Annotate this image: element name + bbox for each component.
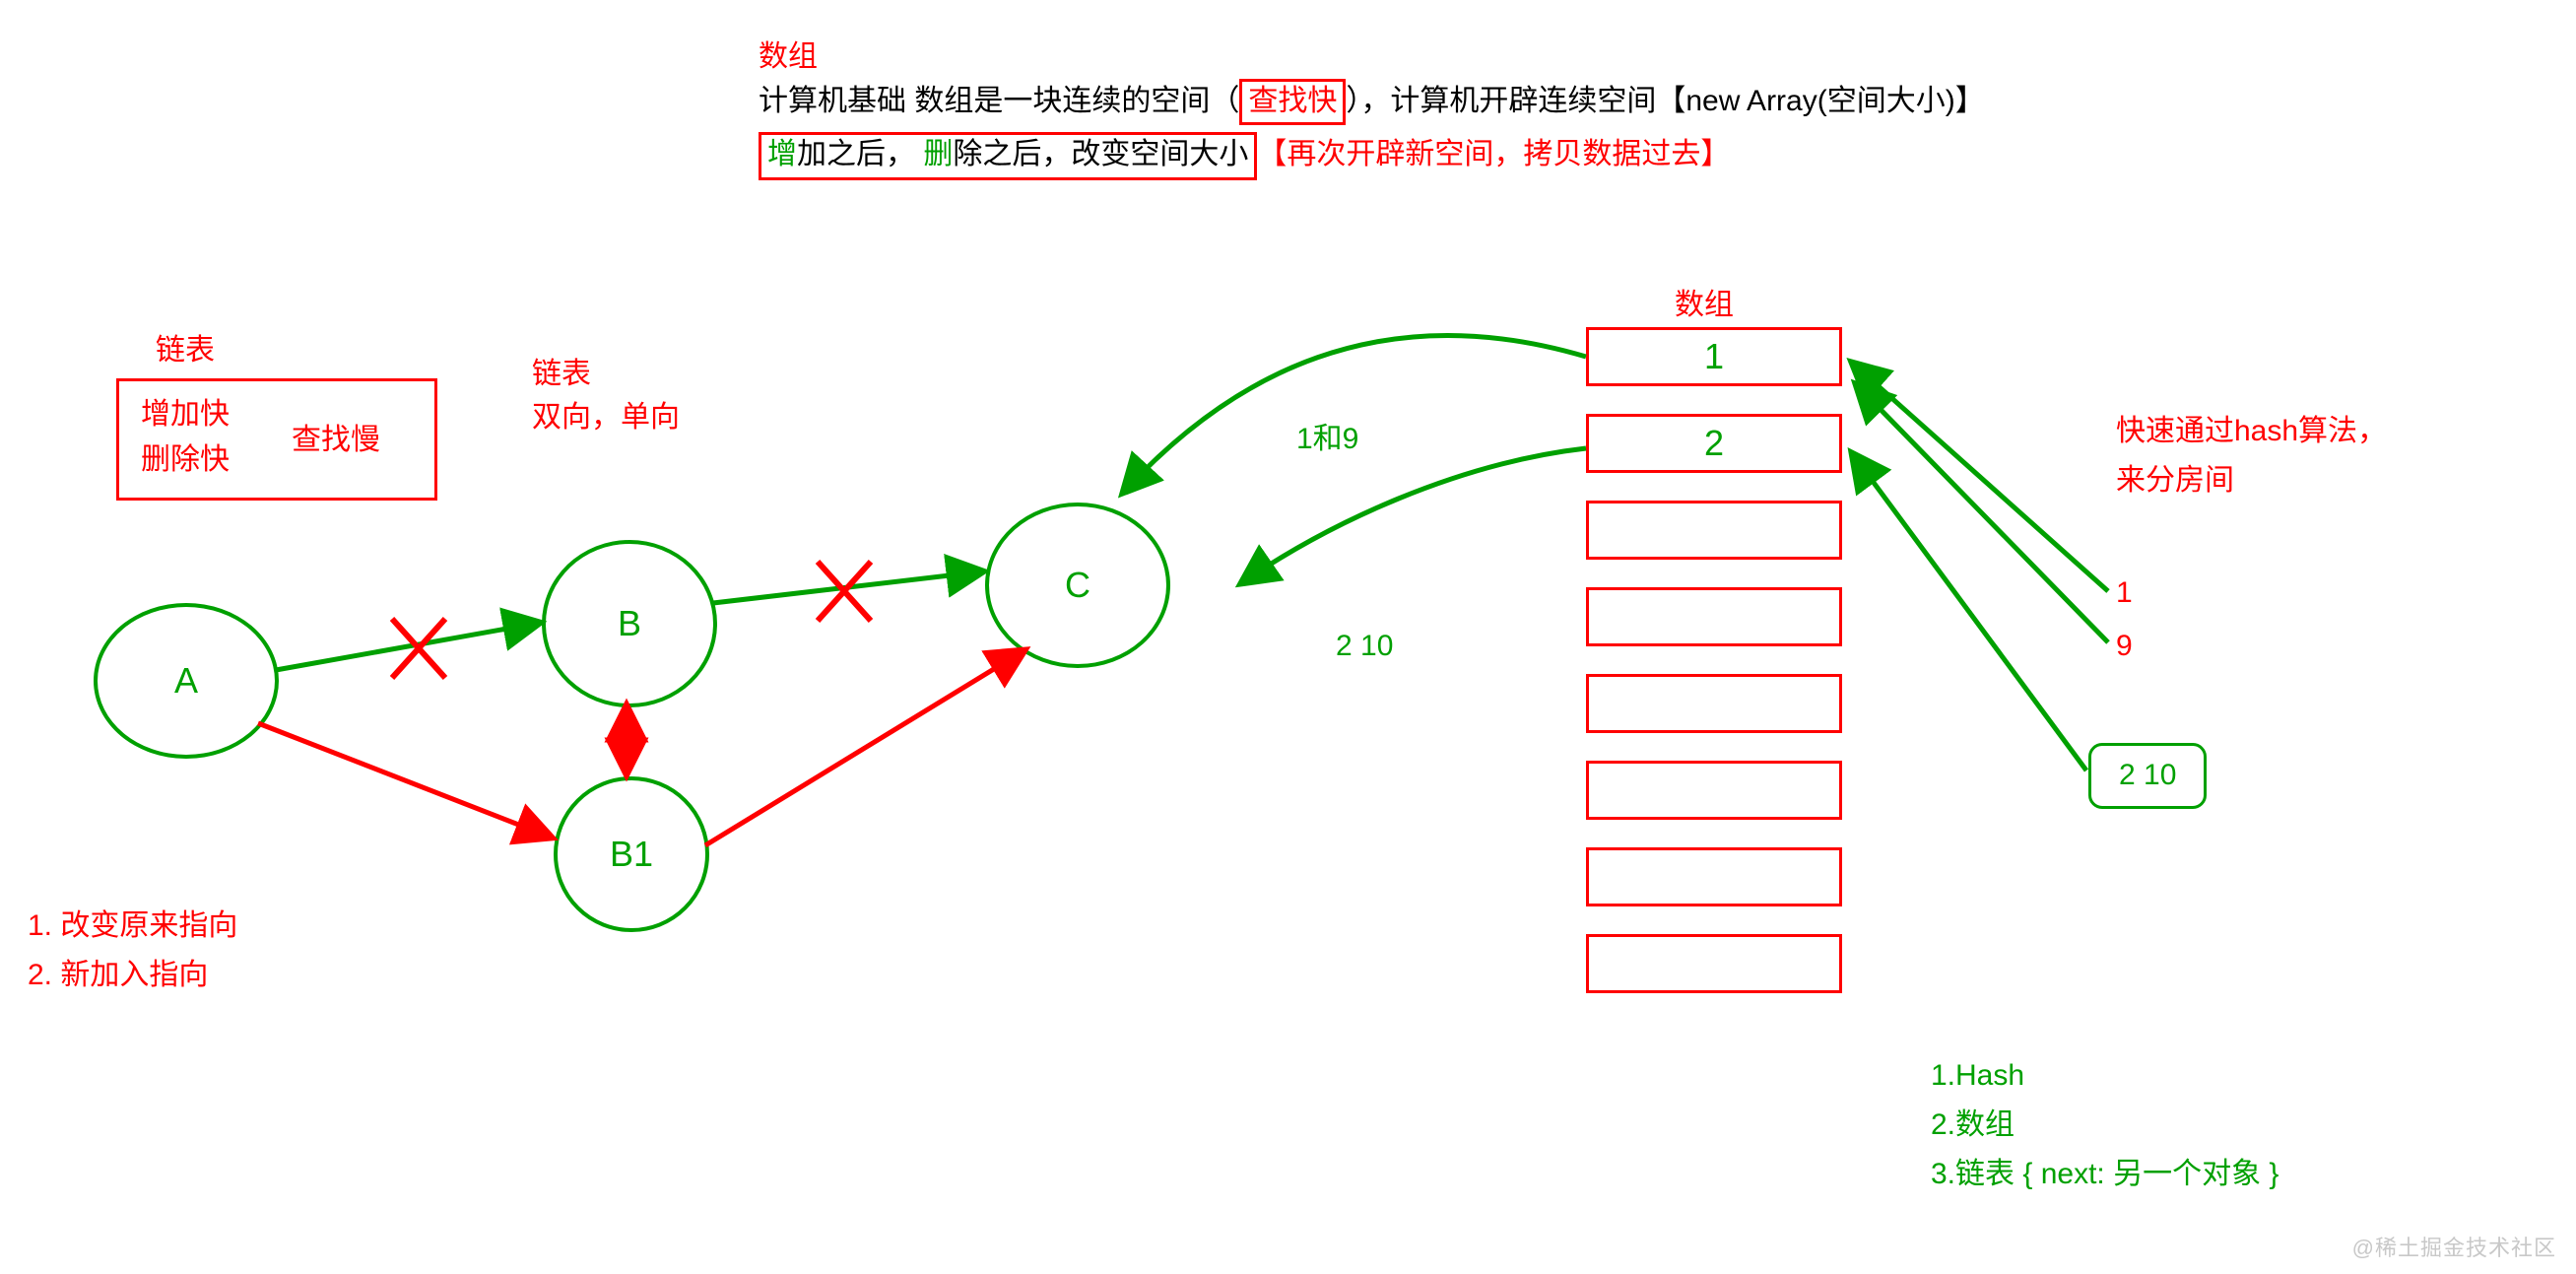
hash-summary-3: 3.链表 { next: 另一个对象 } (1931, 1155, 2279, 1195)
edge-b1-to-c (705, 650, 1024, 845)
header-line2: 增加之后， 删除之后，改变空间大小 【再次开辟新空间，拷贝数据过去】 (759, 132, 1730, 180)
ll-step-2: 2. 新加入指向 (28, 956, 208, 996)
array-cell-7 (1586, 934, 1842, 993)
ll-find-slow: 查找慢 (292, 421, 380, 461)
ll-del-fast: 删除快 (141, 440, 230, 481)
header-line1-prefix: 计算机基础 数组是一块连续的空间（ (759, 85, 1239, 117)
hash-summary-1: 1.Hash (1931, 1056, 2024, 1097)
array-cell-3 (1586, 587, 1842, 646)
edge-in210-to-cell2 (1852, 453, 2086, 771)
header-line1-suffix: ），计算机开辟连续空间【new Array(空间大小)】 (1346, 85, 1984, 117)
header-line2-brackets: 【再次开辟新空间，拷贝数据过去】 (1257, 138, 1730, 170)
edge-a-to-b (276, 623, 540, 670)
array-cell-6 (1586, 847, 1842, 906)
array-block-title: 数组 (1675, 286, 1734, 326)
header-line1-highlight-box: 查找快 (1239, 79, 1346, 125)
node-b: B (542, 540, 717, 707)
header-array-title: 数组 (759, 37, 818, 78)
edge-label-2-10: 2 10 (1336, 627, 1393, 667)
linked-list-property-box: 增加快 删除快 查找慢 (116, 378, 437, 501)
array-cell-4 (1586, 674, 1842, 733)
header-line1: 计算机基础 数组是一块连续的空间（查找快），计算机开辟连续空间【new Arra… (759, 79, 1985, 125)
edge-in1-to-cell1 (1852, 363, 2108, 591)
header-line2-del: 删 (923, 138, 953, 170)
node-a: A (94, 603, 279, 759)
hash-desc-1: 快速通过hash算法， (2116, 412, 2387, 452)
array-cell-1: 2 (1586, 414, 1842, 473)
cross-a-b (392, 619, 445, 678)
cross-b-c (818, 562, 871, 621)
header-line2-bracket-group: 增加之后， 删除之后，改变空间大小 (759, 132, 1257, 180)
edge-a-to-b1 (258, 723, 552, 838)
linked-list-sub-direction: 双向，单向 (532, 398, 680, 438)
edge-b-to-c (713, 571, 983, 603)
array-cell-0: 1 (1586, 327, 1842, 386)
ll-add-fast: 增加快 (141, 395, 230, 436)
hash-in-2-10-box: 2 10 (2088, 743, 2207, 809)
linked-list-label: 链表 (156, 331, 215, 371)
node-b1: B1 (554, 776, 709, 932)
edge-label-1-9: 1和9 (1296, 420, 1358, 460)
edge-array2-to-c (1241, 448, 1586, 583)
array-cell-2 (1586, 501, 1842, 560)
header-line2-add-after: 加之后， (797, 138, 915, 170)
node-c: C (985, 503, 1170, 668)
watermark: @稀土掘金技术社区 (2352, 1231, 2556, 1262)
hash-in-9: 9 (2116, 627, 2133, 667)
header-line2-del-after: 除之后，改变空间大小 (953, 138, 1248, 170)
linked-list-sub-title: 链表 (532, 355, 591, 395)
hash-desc-2: 来分房间 (2116, 461, 2234, 502)
ll-step-1: 1. 改变原来指向 (28, 906, 237, 947)
diagram-overlay (0, 0, 2576, 1274)
header-line2-add: 增 (767, 138, 797, 170)
hash-summary-2: 2.数组 (1931, 1106, 2015, 1146)
edge-array1-to-c (1123, 335, 1586, 493)
edge-in9-to-cell1 (1856, 384, 2108, 642)
array-cell-5 (1586, 761, 1842, 820)
hash-in-1: 1 (2116, 573, 2133, 614)
